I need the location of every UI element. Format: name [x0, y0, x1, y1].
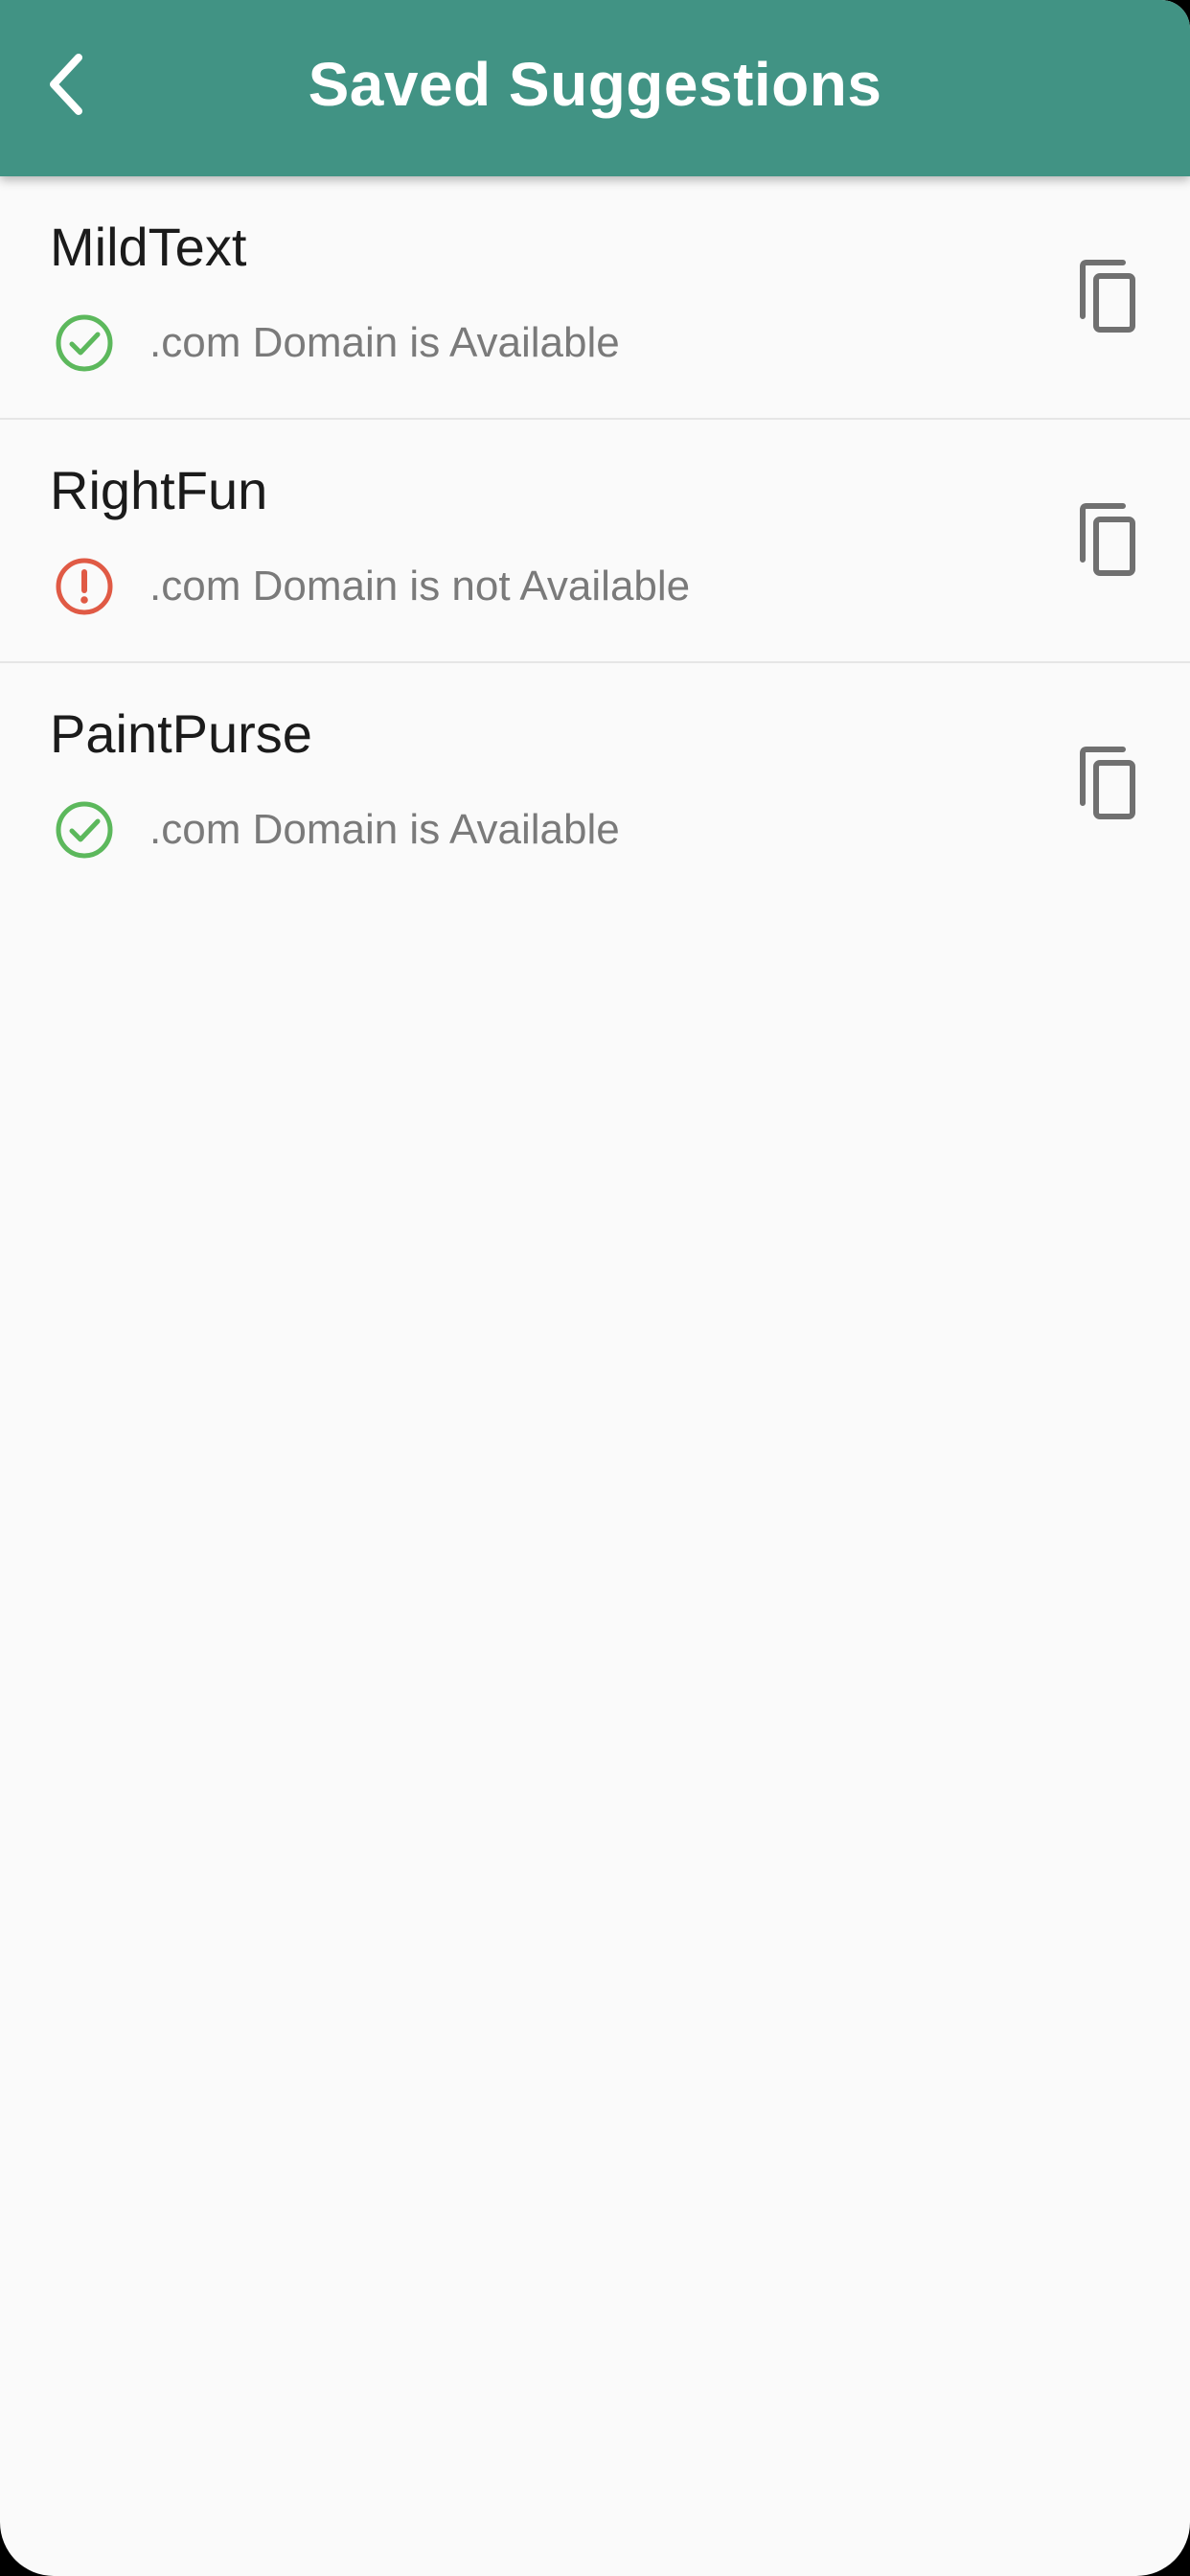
check-circle-icon: [56, 314, 113, 372]
suggestion-name: PaintPurse: [50, 703, 312, 764]
alert-circle-icon: [56, 558, 113, 615]
domain-status: .com Domain is not Available: [54, 556, 690, 617]
copy-icon: [1080, 503, 1135, 576]
list-item: RightFun .com Domain is not Available: [0, 420, 1190, 663]
copy-button[interactable]: [1064, 496, 1152, 585]
list-item: PaintPurse .com Domain is Available: [0, 663, 1190, 905]
status-text: .com Domain is Available: [149, 806, 620, 853]
copy-icon: [1080, 260, 1135, 333]
domain-status: .com Domain is Available: [54, 799, 620, 861]
copy-button[interactable]: [1064, 740, 1152, 828]
domain-status: .com Domain is Available: [54, 312, 620, 374]
copy-icon: [1080, 747, 1135, 819]
check-circle-icon: [56, 801, 113, 859]
page-title: Saved Suggestions: [308, 50, 882, 119]
status-text: .com Domain is not Available: [149, 563, 691, 610]
suggestion-list: MildText .com Domain is Available RightF…: [0, 176, 1190, 905]
suggestion-name: MildText: [50, 217, 247, 277]
list-item: MildText .com Domain is Available: [0, 176, 1190, 420]
app-bar: Saved Suggestions: [0, 0, 1190, 176]
status-text: .com Domain is Available: [149, 319, 620, 366]
copy-button[interactable]: [1064, 253, 1152, 341]
screen: Saved Suggestions MildText .com Domain i…: [0, 0, 1190, 2576]
suggestion-name: RightFun: [50, 460, 268, 520]
